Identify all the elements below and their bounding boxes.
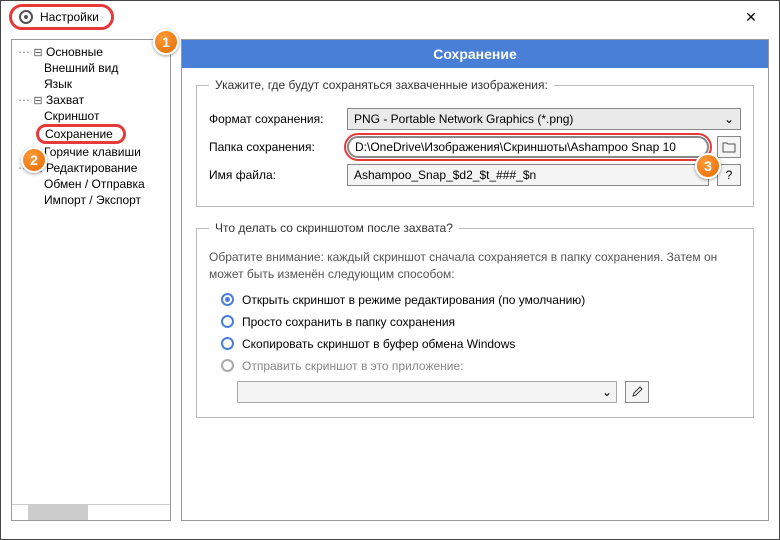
tree-node-share[interactable]: Обмен / Отправка [14,176,168,192]
callout-badge-3: 3 [695,153,721,179]
pencil-icon [631,386,643,398]
edit-app-button[interactable] [625,381,649,403]
panel-header: Сохранение [182,40,768,68]
close-button[interactable]: ✕ [731,3,771,31]
tree-node-import-export[interactable]: Импорт / Экспорт [14,192,168,208]
chevron-down-icon: ⌄ [724,112,734,126]
folder-field[interactable]: D:\OneDrive\Изображения\Скриншоты\Ashamp… [347,136,709,158]
help-icon: ? [726,168,733,182]
sidebar-scrollbar[interactable] [12,504,170,520]
callout-badge-2: 2 [21,147,47,173]
window-title: Настройки [40,10,99,24]
folder-icon [722,141,736,153]
main-panel: Сохранение Укажите, где будут сохранятьс… [181,39,769,521]
tree-node-main[interactable]: ⋯⊟Основные [14,44,168,60]
folder-label: Папка сохранения: [209,140,339,154]
radio-open-editor[interactable]: Открыть скриншот в режиме редактирования… [221,293,741,307]
tree-node-capture[interactable]: ⋯⊟Захват [14,92,168,108]
app-icon [18,9,34,25]
save-location-group: Укажите, где будут сохраняться захваченн… [196,78,754,207]
callout-badge-1: 1 [153,29,179,55]
after-capture-note: Обратите внимание: каждый скриншот снача… [209,249,741,283]
after-capture-legend: Что делать со скриншотом после захвата? [209,221,459,235]
filename-field[interactable]: Ashampoo_Snap_$d2_$t_###_$n [347,164,709,186]
tree-node-appearance[interactable]: Внешний вид [14,60,168,76]
sidebar: ⋯⊟Основные Внешний вид Язык ⋯⊟Захват Скр… [11,39,171,521]
radio-copy-clipboard[interactable]: Скопировать скриншот в буфер обмена Wind… [221,337,741,351]
tree-node-language[interactable]: Язык [14,76,168,92]
after-capture-group: Что делать со скриншотом после захвата? … [196,221,754,418]
tree-node-screenshot[interactable]: Скриншот [14,108,168,124]
radio-send-app[interactable]: Отправить скриншот в это приложение: [221,359,741,373]
browse-folder-button[interactable] [717,136,741,158]
tree-node-save[interactable]: Сохранение [14,124,168,144]
format-label: Формат сохранения: [209,112,339,126]
save-location-legend: Укажите, где будут сохраняться захваченн… [209,78,554,92]
radio-just-save[interactable]: Просто сохранить в папку сохранения [221,315,741,329]
window-title-wrap: Настройки [9,4,114,30]
format-combo[interactable]: PNG - Portable Network Graphics (*.png) … [347,108,741,130]
filename-label: Имя файла: [209,168,339,182]
chevron-down-icon: ⌄ [602,385,612,399]
app-combo[interactable]: ⌄ [237,381,617,403]
